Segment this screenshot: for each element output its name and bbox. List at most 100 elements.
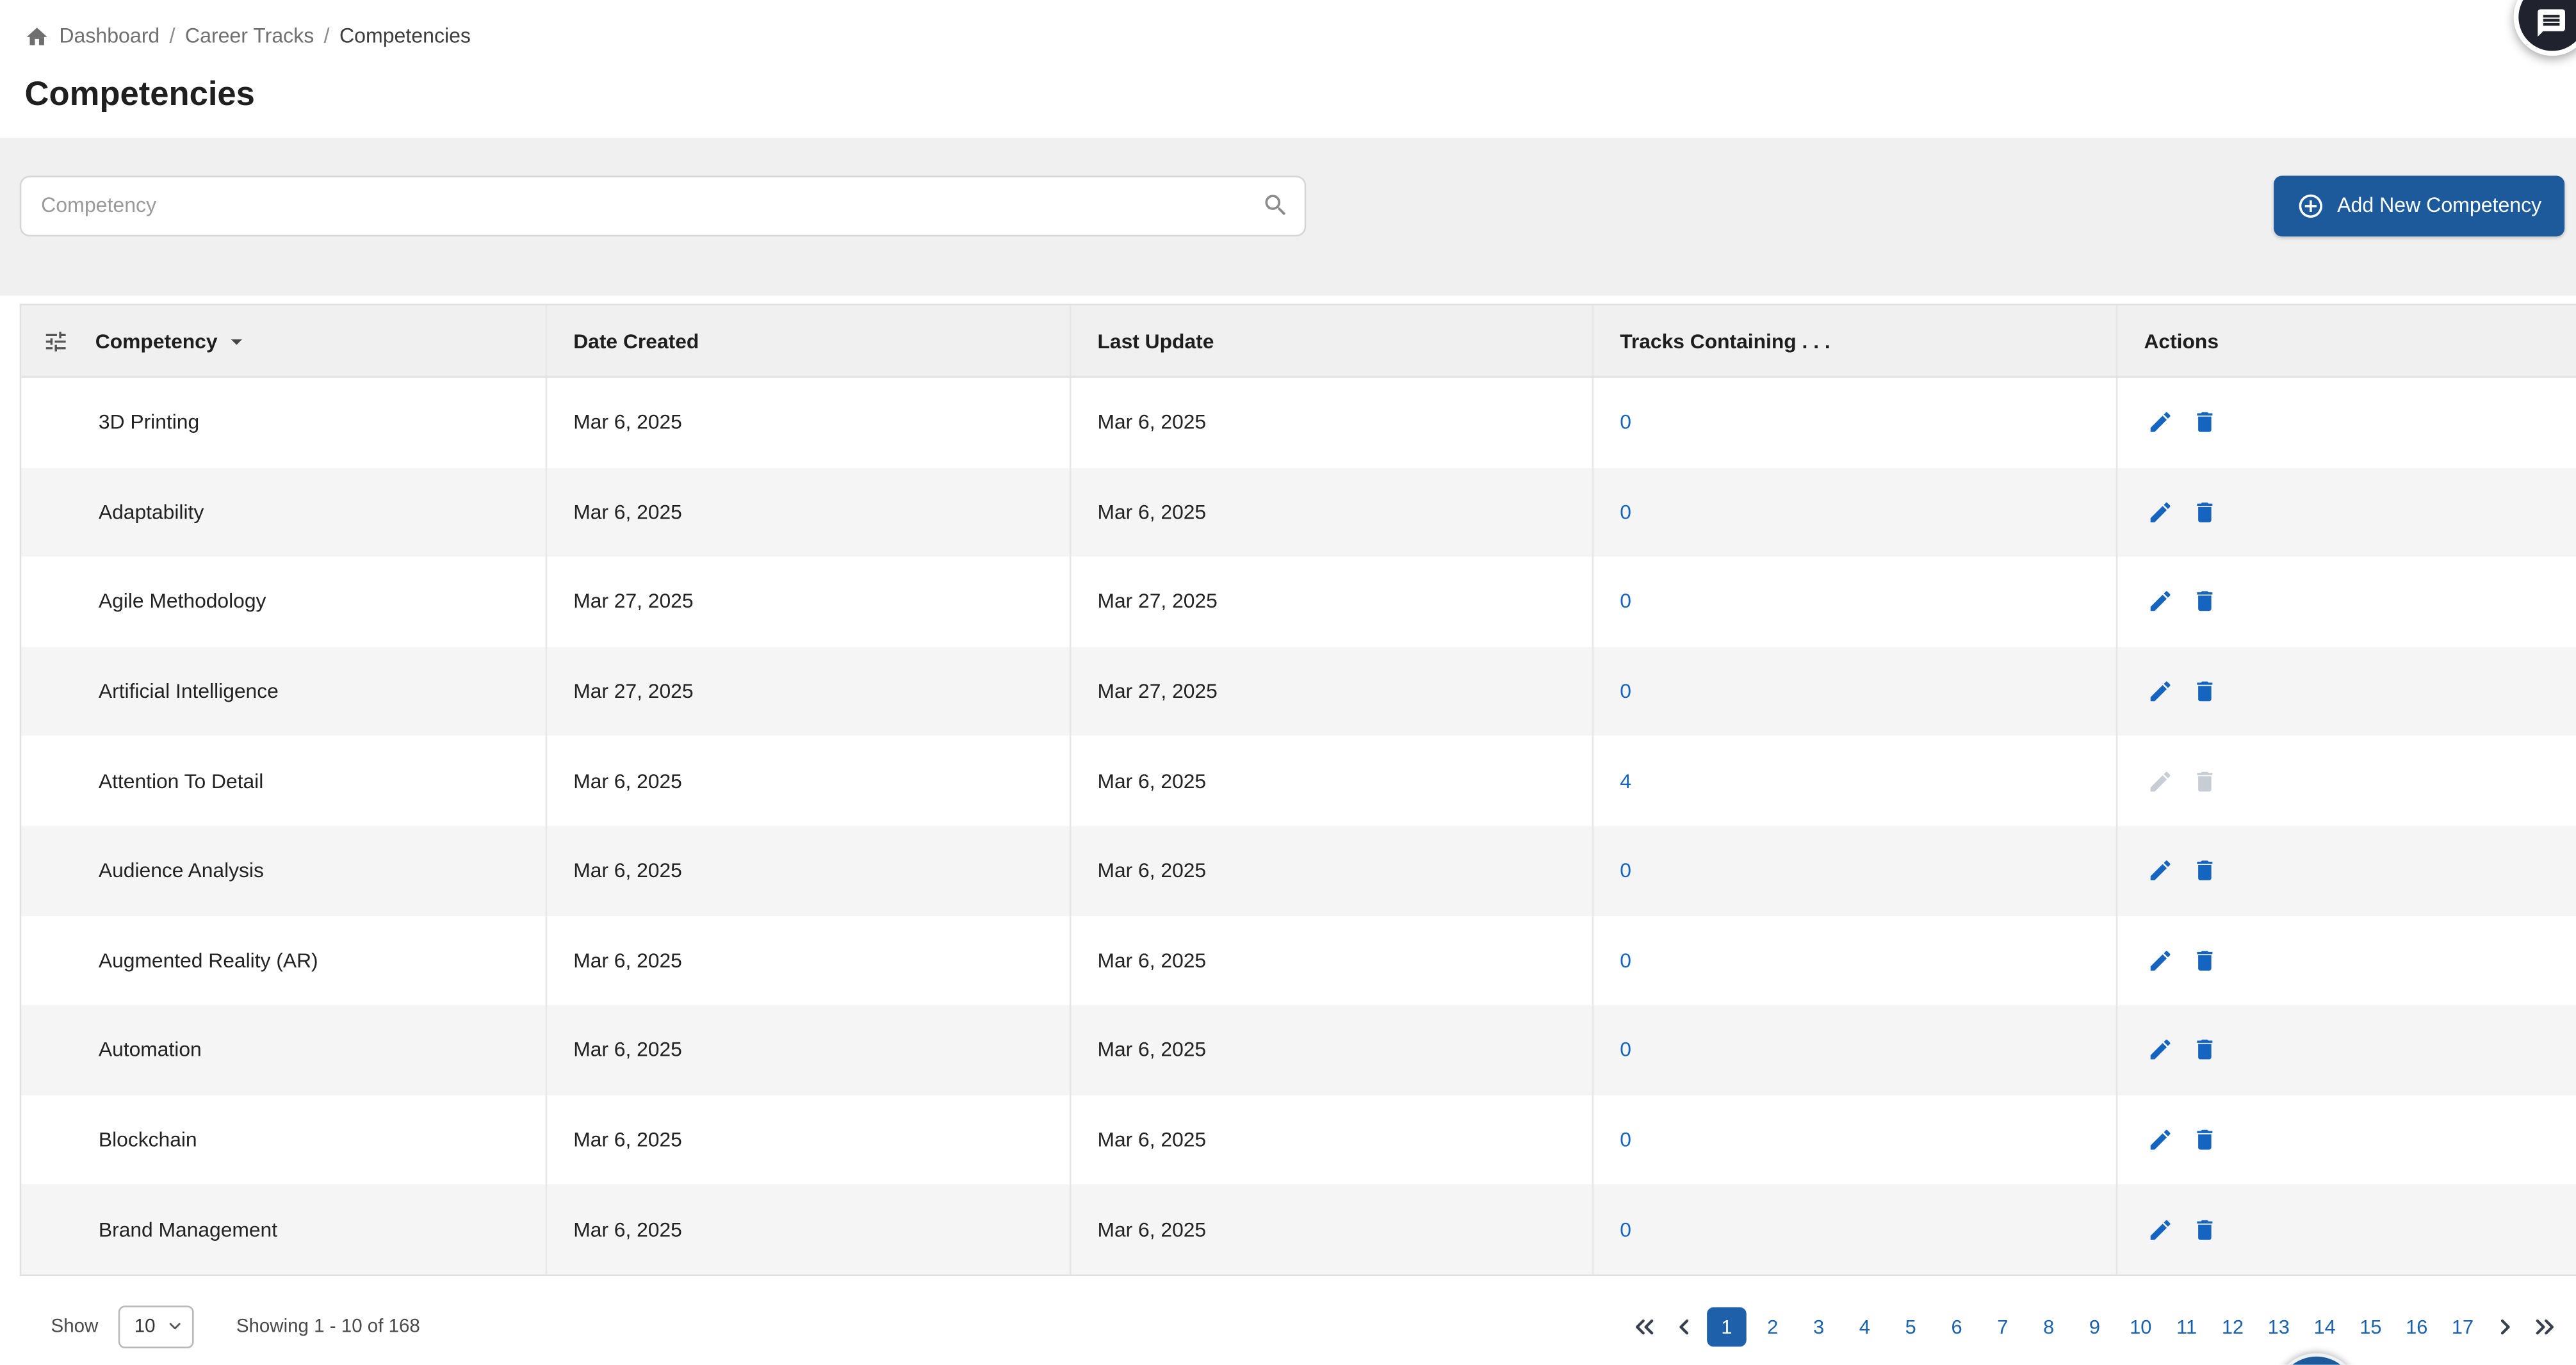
competency-cell: 3D Printing <box>98 411 200 434</box>
pagination-page[interactable]: 11 <box>2167 1307 2206 1347</box>
table-row: Blockchain Mar 6, 2025 Mar 6, 2025 0 <box>21 1095 2576 1185</box>
breadcrumb-career-tracks[interactable]: Career Tracks <box>185 24 314 47</box>
pagination-page[interactable]: 5 <box>1891 1307 1930 1347</box>
pagination-page[interactable]: 9 <box>2075 1307 2115 1347</box>
tracks-count-link[interactable]: 0 <box>1620 1128 1631 1151</box>
chevron-left-icon <box>1669 1312 1699 1341</box>
edit-icon <box>2148 1037 2174 1063</box>
trash-icon <box>2192 1216 2218 1243</box>
table-footer: Show 10 Showing 1 - 10 of 168 1234567891… <box>0 1302 2576 1352</box>
pagination-page[interactable]: 17 <box>2443 1307 2482 1347</box>
search-box <box>19 175 1307 236</box>
breadcrumb-dashboard[interactable]: Dashboard <box>59 24 159 47</box>
topbar: Dashboard / Career Tracks / Competencies <box>0 0 2576 49</box>
delete-button[interactable] <box>2189 585 2221 618</box>
tracks-count-link[interactable]: 0 <box>1620 859 1631 882</box>
edit-button[interactable] <box>2144 1124 2176 1156</box>
first-page-button[interactable] <box>1626 1307 1662 1347</box>
actions-cell <box>2115 736 2576 827</box>
edit-button[interactable] <box>2144 764 2176 797</box>
next-page-button[interactable] <box>2488 1307 2523 1347</box>
edit-button[interactable] <box>2144 1034 2176 1067</box>
edit-button[interactable] <box>2144 585 2176 618</box>
delete-button[interactable] <box>2189 1213 2221 1246</box>
page-size-value: 10 <box>134 1317 156 1337</box>
column-header-label: Tracks Containing . . . <box>1620 329 1830 353</box>
trash-icon <box>2192 768 2218 795</box>
edit-button[interactable] <box>2144 406 2176 439</box>
table-row: 3D Printing Mar 6, 2025 Mar 6, 2025 0 <box>21 377 2576 468</box>
last-update-cell: Mar 27, 2025 <box>1069 557 1592 647</box>
tracks-containing-cell: 0 <box>1592 647 2116 737</box>
actions-cell <box>2115 826 2576 916</box>
pagination-page[interactable]: 12 <box>2213 1307 2253 1347</box>
pagination-page[interactable]: 7 <box>1983 1307 2023 1347</box>
competencies-page: Dashboard / Career Tracks / Competencies… <box>0 0 2576 1365</box>
table-row: Attention To Detail Mar 6, 2025 Mar 6, 2… <box>21 736 2576 827</box>
double-chevron-right-icon <box>2530 1312 2559 1341</box>
pagination-page[interactable]: 4 <box>1845 1307 1885 1347</box>
edit-button[interactable] <box>2144 855 2176 887</box>
tracks-count-link[interactable]: 4 <box>1620 770 1631 793</box>
date-created-cell: Mar 6, 2025 <box>545 1184 1070 1275</box>
pagination-page-current[interactable]: 1 <box>1707 1307 1747 1347</box>
previous-page-button[interactable] <box>1666 1307 1702 1347</box>
tracks-count-link[interactable]: 0 <box>1620 1218 1631 1241</box>
breadcrumb-separator: / <box>323 24 330 48</box>
pagination-page[interactable]: 16 <box>2397 1307 2436 1347</box>
chat-icon <box>2535 6 2568 39</box>
actions-cell <box>2115 1005 2576 1095</box>
sort-caret-icon[interactable] <box>224 328 250 354</box>
pagination-page[interactable]: 8 <box>2029 1307 2069 1347</box>
tracks-count-link[interactable]: 0 <box>1620 949 1631 972</box>
delete-button[interactable] <box>2189 944 2221 977</box>
delete-button[interactable] <box>2189 675 2221 707</box>
home-icon[interactable] <box>24 24 49 48</box>
edit-button[interactable] <box>2144 944 2176 977</box>
edit-button[interactable] <box>2144 496 2176 528</box>
show-label: Show <box>51 1317 99 1337</box>
delete-button[interactable] <box>2189 764 2221 797</box>
tracks-count-link[interactable]: 0 <box>1620 590 1631 613</box>
column-header-tracks-containing: Tracks Containing . . . <box>1592 305 2116 376</box>
last-update-cell: Mar 6, 2025 <box>1069 1005 1592 1095</box>
delete-button[interactable] <box>2189 855 2221 887</box>
competency-cell: Brand Management <box>98 1218 278 1241</box>
add-new-competency-button[interactable]: Add New Competency <box>2273 175 2565 236</box>
last-page-button[interactable] <box>2527 1307 2563 1347</box>
tracks-count-link[interactable]: 0 <box>1620 501 1631 524</box>
pagination-page[interactable]: 13 <box>2259 1307 2299 1347</box>
pagination-page[interactable]: 14 <box>2305 1307 2345 1347</box>
edit-button[interactable] <box>2144 1213 2176 1246</box>
pagination-page[interactable]: 15 <box>2351 1307 2391 1347</box>
floating-action-button[interactable] <box>2274 1353 2360 1365</box>
trash-icon <box>2192 589 2218 615</box>
pagination-page[interactable]: 2 <box>1753 1307 1793 1347</box>
table-row: Automation Mar 6, 2025 Mar 6, 2025 0 <box>21 1005 2576 1095</box>
edit-icon <box>2148 499 2174 526</box>
trash-icon <box>2192 858 2218 884</box>
delete-button[interactable] <box>2189 1124 2221 1156</box>
delete-button[interactable] <box>2189 496 2221 528</box>
search-input[interactable] <box>19 175 1307 236</box>
pagination-page[interactable]: 6 <box>1937 1307 1977 1347</box>
tracks-count-link[interactable]: 0 <box>1620 680 1631 703</box>
date-created-cell: Mar 27, 2025 <box>545 647 1070 737</box>
column-header-competency[interactable]: Competency <box>21 305 545 376</box>
last-update-cell: Mar 6, 2025 <box>1069 916 1592 1006</box>
actions-cell <box>2115 467 2576 558</box>
page-size-select[interactable]: 10 <box>118 1305 194 1348</box>
chevron-right-icon <box>2491 1312 2520 1341</box>
tracks-count-link[interactable]: 0 <box>1620 411 1631 434</box>
edit-button[interactable] <box>2144 675 2176 707</box>
delete-button[interactable] <box>2189 406 2221 439</box>
results-summary: Showing 1 - 10 of 168 <box>236 1317 420 1337</box>
filter-columns-icon[interactable] <box>43 328 69 354</box>
tracks-count-link[interactable]: 0 <box>1620 1038 1631 1062</box>
last-update-cell: Mar 6, 2025 <box>1069 826 1592 916</box>
pagination-page[interactable]: 3 <box>1799 1307 1839 1347</box>
delete-button[interactable] <box>2189 1034 2221 1067</box>
pagination-page[interactable]: 10 <box>2121 1307 2161 1347</box>
trash-icon <box>2192 499 2218 526</box>
table-row: Augmented Reality (AR) Mar 6, 2025 Mar 6… <box>21 916 2576 1006</box>
